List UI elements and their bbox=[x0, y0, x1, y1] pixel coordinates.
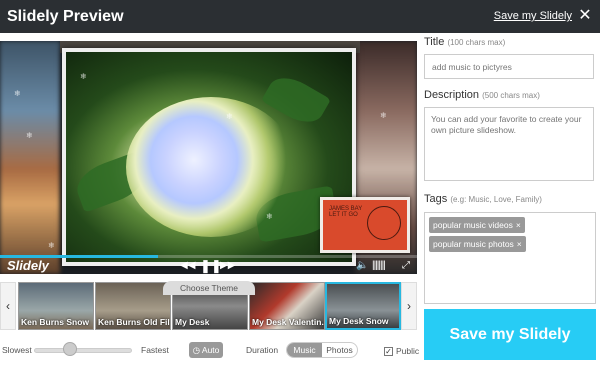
tags-input[interactable]: popular music videos × popular music phot… bbox=[424, 212, 596, 304]
snowflake-icon: ❄ bbox=[380, 111, 387, 120]
volume-icon[interactable]: 🔈 bbox=[356, 257, 368, 274]
slide-photo: ❄ ❄ ❄ bbox=[66, 52, 352, 262]
snowflake-icon: ❄ bbox=[48, 241, 55, 250]
current-slide: ❄ ❄ ❄ bbox=[62, 48, 356, 266]
choose-theme-tab[interactable]: Choose Theme bbox=[163, 281, 255, 295]
theme-prev-arrow[interactable]: ‹ bbox=[0, 282, 16, 330]
snowflake-icon: ❄ bbox=[80, 72, 87, 81]
description-input[interactable] bbox=[424, 107, 594, 181]
auto-button[interactable]: ◷ Auto bbox=[189, 342, 223, 358]
theme-item-selected[interactable]: My Desk Snow bbox=[325, 282, 401, 330]
remove-tag-icon: × bbox=[516, 239, 522, 249]
slidely-logo: Slidely bbox=[7, 258, 49, 273]
duration-label: Duration bbox=[246, 345, 279, 355]
overlay-album-card: JAMES BAY LET IT GO bbox=[320, 197, 410, 253]
close-icon[interactable]: ✕ bbox=[576, 6, 594, 26]
public-checkbox-group[interactable]: ✓ Public bbox=[384, 342, 419, 360]
settings-row: Slowest Fastest ◷ Auto Duration Music Ph… bbox=[0, 341, 419, 360]
window-title: Slidely Preview bbox=[7, 7, 124, 25]
fullscreen-icon[interactable]: ⤢ bbox=[402, 257, 410, 274]
public-label: Public bbox=[396, 346, 420, 356]
snowflake-icon: ❄ bbox=[266, 212, 273, 221]
title-input[interactable] bbox=[424, 54, 594, 79]
title-bar: Slidely Preview Save my Slidely ✕ bbox=[0, 0, 600, 33]
theme-next-arrow[interactable]: › bbox=[401, 282, 417, 330]
description-label: Description (500 chars max) bbox=[424, 89, 540, 101]
snowflake-icon: ❄ bbox=[226, 112, 233, 121]
fast-forward-icon[interactable]: ▶▶ bbox=[220, 257, 235, 274]
slideshow-preview[interactable]: ❄ ❄ ❄ ❄ ❄ ❄ ❄ JAMES BAY LET IT GO Slidel… bbox=[0, 41, 417, 274]
theme-item[interactable]: My Desk Valentin... bbox=[249, 282, 325, 330]
player-controls: ◀◀ ❚❚ ▶▶ 🔈 |||||||| ⤢ bbox=[60, 257, 417, 274]
details-form: Title (100 chars max) Description (500 c… bbox=[424, 36, 596, 304]
speed-fastest-label: Fastest bbox=[141, 345, 169, 355]
tag-chip[interactable]: popular music photos × bbox=[429, 236, 526, 252]
save-button[interactable]: Save my Slidely bbox=[424, 309, 596, 360]
rewind-icon[interactable]: ◀◀ bbox=[180, 257, 195, 274]
save-link[interactable]: Save my Slidely bbox=[494, 10, 572, 22]
snowflake-icon: ❄ bbox=[14, 89, 21, 98]
theme-item[interactable]: Ken Burns Old Film bbox=[95, 282, 171, 330]
speed-slider-knob[interactable] bbox=[62, 342, 77, 356]
hat-illustration bbox=[367, 206, 401, 240]
pause-icon[interactable]: ❚❚ bbox=[200, 257, 222, 274]
duration-toggle[interactable]: Music Photos bbox=[286, 342, 358, 358]
blurred-photo-left bbox=[0, 41, 60, 274]
tag-chip[interactable]: popular music videos × bbox=[429, 217, 525, 233]
theme-item[interactable]: Ken Burns Snow bbox=[18, 282, 94, 330]
duration-photos-option[interactable]: Photos bbox=[322, 343, 357, 357]
volume-bar[interactable]: |||||||| bbox=[372, 257, 386, 274]
duration-music-option[interactable]: Music bbox=[287, 343, 322, 357]
remove-tag-icon: × bbox=[515, 220, 521, 230]
tags-label: Tags (e.g: Music, Love, Family) bbox=[424, 193, 542, 205]
speed-slowest-label: Slowest bbox=[2, 345, 32, 355]
title-label: Title (100 chars max) bbox=[424, 36, 506, 48]
speed-slider[interactable] bbox=[34, 348, 132, 353]
snowflake-icon: ❄ bbox=[26, 131, 33, 140]
public-checkbox[interactable]: ✓ bbox=[384, 346, 393, 356]
